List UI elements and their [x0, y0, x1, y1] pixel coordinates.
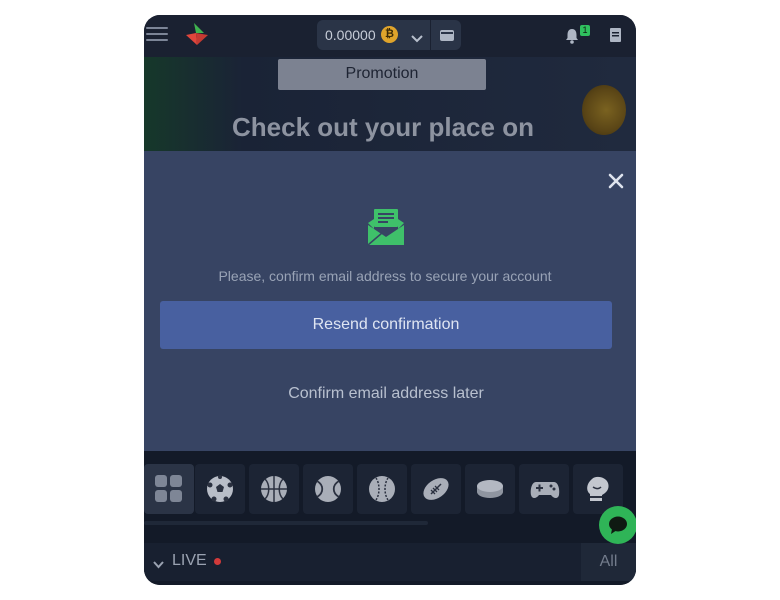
promo-banner[interactable]: Promotion Check out your place on [144, 57, 636, 151]
email-icon [366, 209, 406, 252]
live-section-header[interactable]: LIVE All [144, 543, 636, 581]
sport-tab-tennis[interactable] [303, 464, 353, 514]
close-icon[interactable] [607, 172, 625, 190]
balance-selector[interactable]: 0.00000 ₿ [317, 20, 461, 50]
sport-tab-esports[interactable] [519, 464, 569, 514]
chevron-down-icon[interactable] [411, 30, 423, 48]
banner-title: Check out your place on [232, 112, 534, 142]
sport-tab-baseball[interactable] [357, 464, 407, 514]
american-football-icon [423, 478, 449, 500]
app-screen: 0.00000 ₿ 1 Promotion Check out your pla… [144, 15, 636, 585]
brand-logo-icon[interactable] [182, 21, 212, 49]
gamepad-icon [530, 482, 560, 498]
basketball-icon [261, 476, 287, 502]
wallet-icon [440, 30, 454, 41]
wallet-button[interactable] [430, 20, 462, 50]
chat-button[interactable] [599, 506, 636, 544]
sports-category-row [144, 464, 636, 514]
tennis-ball-icon [315, 476, 341, 502]
hamburger-icon[interactable] [146, 23, 168, 43]
sport-tab-all[interactable] [144, 464, 194, 514]
hockey-puck-icon [477, 480, 503, 498]
soccer-ball-icon [207, 475, 233, 502]
betslip-icon[interactable] [610, 28, 621, 47]
promotion-tab[interactable]: Promotion [278, 59, 486, 90]
baseball-icon [369, 476, 395, 502]
sports-scrollbar[interactable] [144, 521, 428, 525]
sport-tab-soccer[interactable] [195, 464, 245, 514]
confirm-email-modal: Please, confirm email address to secure … [144, 151, 636, 451]
confirm-later-link[interactable]: Confirm email address later [144, 385, 628, 403]
sport-tab-basketball[interactable] [249, 464, 299, 514]
boxing-glove-icon [587, 476, 609, 501]
sport-tab-hockey[interactable] [465, 464, 515, 514]
balance-value: 0.00000 [325, 27, 376, 43]
all-sports-grid-icon [155, 475, 182, 502]
resend-confirmation-button[interactable]: Resend confirmation [160, 301, 612, 349]
chat-icon [609, 516, 627, 534]
live-indicator-dot [214, 558, 221, 565]
all-button[interactable]: All [581, 543, 636, 581]
coin-image [582, 85, 626, 135]
live-label: LIVE [172, 552, 207, 569]
notification-badge: 1 [580, 25, 590, 36]
sport-tab-american-football[interactable] [411, 464, 461, 514]
confirm-email-message: Please, confirm email address to secure … [218, 268, 552, 284]
bell-icon[interactable] [565, 28, 579, 49]
top-bar: 0.00000 ₿ 1 [144, 15, 636, 57]
bitcoin-icon: ₿ [381, 26, 398, 43]
chevron-down-icon[interactable] [153, 556, 164, 574]
